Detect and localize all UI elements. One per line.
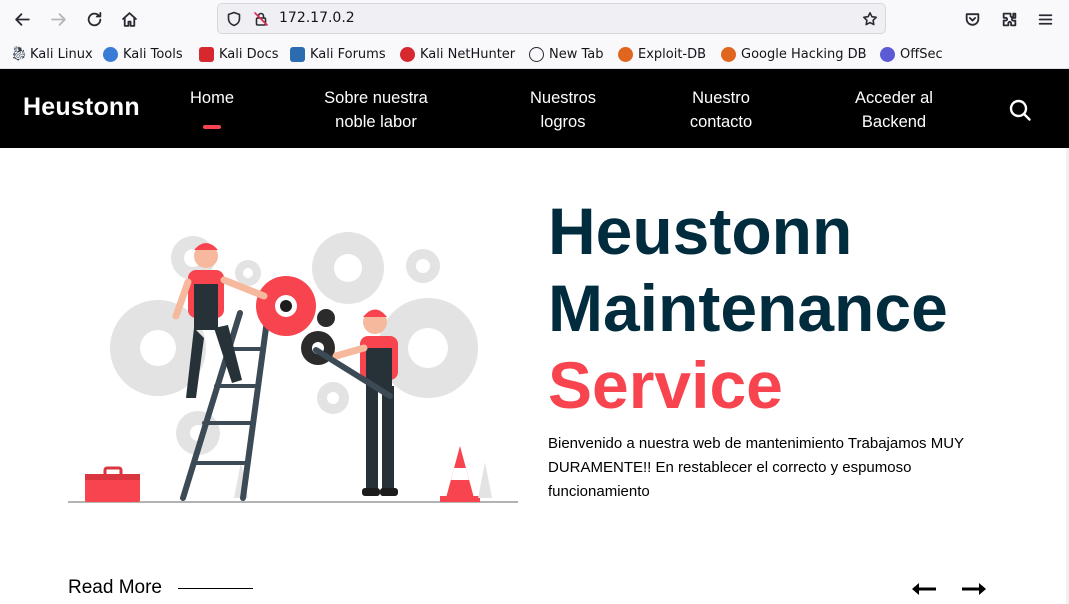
nav-contact[interactable]: Nuestro contacto [676, 86, 766, 134]
url-bar[interactable]: 172.17.0.2 [217, 3, 886, 34]
arrow-right-icon [962, 583, 986, 595]
arrow-left-icon [912, 583, 936, 595]
nav-achievements[interactable]: Nuestros logros [517, 86, 609, 134]
active-nav-indicator [203, 125, 221, 129]
globe-icon [529, 46, 544, 62]
bookmark-star-icon[interactable] [861, 10, 879, 28]
bookmarks-bar: 🐉︎ Kali Linux Kali Tools Kali Docs Kali … [0, 38, 1069, 69]
home-icon[interactable] [115, 5, 143, 33]
search-icon[interactable] [1006, 96, 1034, 124]
hero-illustration [68, 218, 518, 508]
kali-tools-icon [103, 46, 118, 62]
hero-title-line: Maintenance [548, 271, 948, 345]
bookmark-kali-tools[interactable]: Kali Tools [103, 45, 183, 63]
read-more-line [178, 587, 253, 589]
kali-nethunter-icon [400, 46, 415, 62]
insecure-lock-icon[interactable] [252, 10, 270, 28]
nav-label: Nuestros [529, 89, 597, 107]
bookmark-label: Google Hacking DB [741, 46, 867, 62]
nav-label: Home [189, 89, 234, 107]
nav-label: Backend [861, 113, 927, 131]
nav-label: Acceder al [855, 89, 933, 107]
bookmark-label: Kali Linux [30, 46, 93, 62]
next-slide-button[interactable] [961, 578, 987, 600]
bookmark-exploit-db[interactable]: Exploit-DB [618, 45, 706, 63]
nav-backend[interactable]: Acceder al Backend [840, 86, 948, 134]
bookmark-label: Kali Tools [123, 46, 183, 62]
bookmark-label: Kali Docs [219, 46, 279, 62]
bookmark-offsec[interactable]: OffSec [880, 45, 943, 63]
back-icon[interactable] [8, 5, 36, 33]
kali-dragon-icon: 🐉︎ [10, 45, 28, 62]
bookmark-label: Exploit-DB [638, 46, 707, 62]
nav-about[interactable]: Sobre nuestra noble labor [310, 86, 442, 134]
bookmark-kali-nethunter[interactable]: Kali NetHunter [400, 45, 515, 63]
toolbox-icon [85, 466, 140, 502]
bookmark-kali-linux[interactable]: 🐉︎ Kali Linux [10, 45, 93, 63]
url-text[interactable]: 172.17.0.2 [279, 10, 355, 26]
nav-label: noble labor [335, 113, 417, 131]
read-more-link[interactable]: Read More [68, 577, 253, 599]
bookmark-label: Kali NetHunter [420, 46, 516, 62]
pocket-icon[interactable] [958, 5, 986, 33]
bookmark-kali-forums[interactable]: Kali Forums [290, 45, 386, 63]
read-more-label: Read More [68, 577, 162, 598]
bookmark-label: Kali Forums [310, 46, 386, 62]
nav-label: contacto [689, 113, 753, 131]
reload-icon[interactable] [80, 5, 108, 33]
offsec-icon [880, 46, 895, 62]
bookmark-google-hacking-db[interactable]: Google Hacking DB [721, 45, 867, 63]
menu-icon[interactable] [1031, 5, 1059, 33]
bookmark-new-tab[interactable]: New Tab [529, 45, 604, 63]
kali-forums-icon [290, 46, 305, 62]
shield-icon[interactable] [225, 10, 243, 28]
ghdb-icon [721, 46, 736, 62]
nav-label: Sobre nuestra [324, 89, 428, 107]
bookmark-label: New Tab [549, 46, 604, 62]
nav-label: logros [540, 113, 586, 131]
site-logo[interactable]: Heustonn [23, 93, 140, 122]
bookmark-kali-docs[interactable]: Kali Docs [199, 45, 279, 63]
kali-docs-icon [199, 46, 214, 62]
extensions-icon[interactable] [995, 5, 1023, 33]
exploit-db-icon [618, 46, 633, 62]
browser-toolbar: 172.17.0.2 [0, 0, 1069, 38]
hero-title-accent: Service [548, 348, 783, 422]
nav-label: Nuestro [692, 89, 750, 107]
hero-title: Heustonn Maintenance Service [548, 193, 948, 424]
site-header: Heustonn Home Sobre nuestra noble labor … [0, 69, 1069, 148]
hero-title-line: Heustonn [548, 194, 853, 268]
prev-slide-button[interactable] [911, 578, 937, 600]
gear-icon [110, 232, 478, 455]
nav-home[interactable]: Home [181, 86, 243, 129]
hero-description: Bienvenido a nuestra web de mantenimient… [548, 435, 964, 500]
forward-icon[interactable] [44, 5, 72, 33]
bookmark-label: OffSec [900, 46, 943, 62]
